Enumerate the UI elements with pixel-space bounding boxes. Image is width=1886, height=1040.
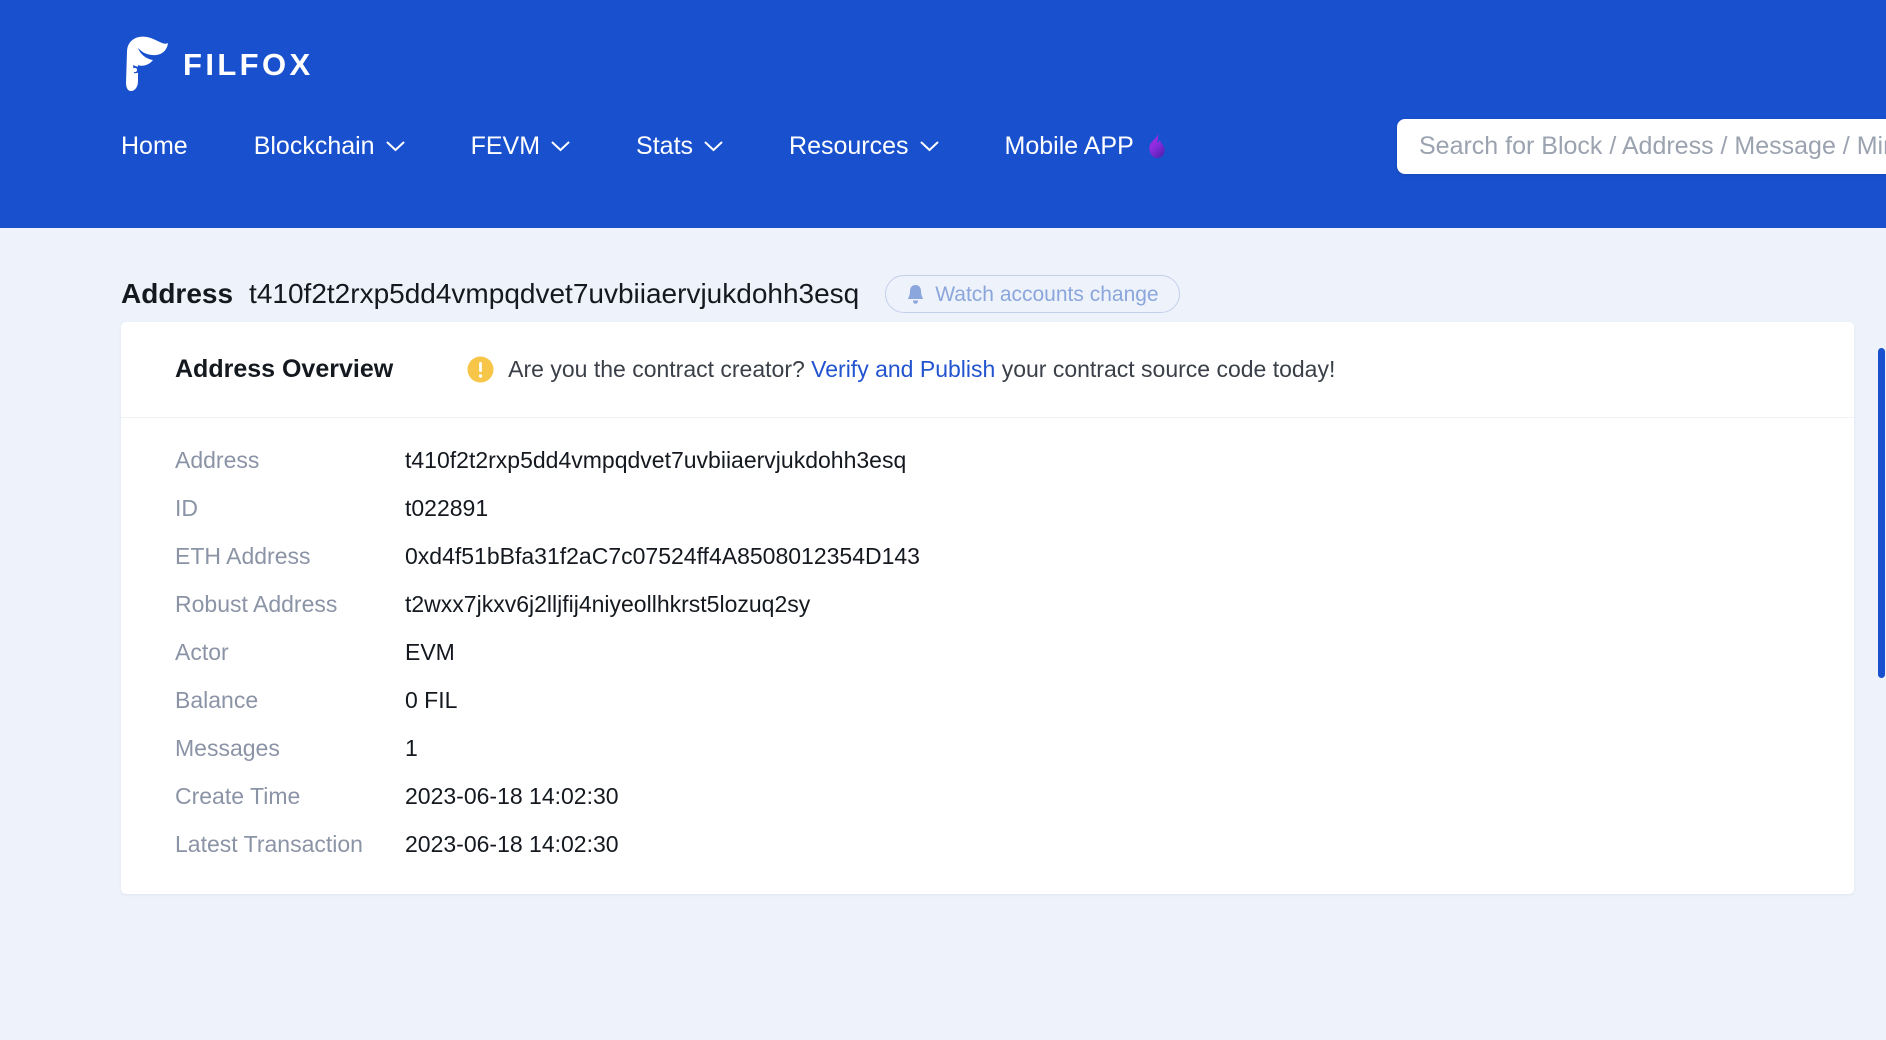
- row-value: 2023-06-18 14:02:30: [405, 782, 619, 809]
- row-label: ID: [175, 494, 198, 521]
- row-value: t022891: [405, 494, 489, 521]
- table-row: ETH Address 0xd4f51bBfa31f2aC7c07524ff4A…: [121, 532, 1854, 580]
- table-row: Address t410f2t2rxp5dd4vmpqdvet7uvbiiaer…: [121, 436, 1854, 484]
- row-label: Messages: [175, 734, 280, 761]
- notice-text-after: your contract source code today!: [1001, 356, 1336, 382]
- card-title: Address Overview: [175, 355, 394, 383]
- address-overview-card: Address Overview Are you the contract cr…: [121, 322, 1854, 894]
- row-label: Create Time: [175, 782, 301, 809]
- row-value: 1: [405, 734, 418, 761]
- nav-item-stats[interactable]: Stats: [636, 131, 723, 160]
- brand-logo[interactable]: FILFOX: [121, 33, 314, 93]
- watch-button-label: Watch accounts change: [935, 282, 1159, 306]
- search-input[interactable]: [1419, 132, 1886, 161]
- warning-circle-icon: [467, 356, 494, 383]
- chevron-down-icon: [386, 140, 405, 152]
- notice-text: Are you the contract creator? Verify and…: [508, 358, 1335, 381]
- row-value: EVM: [405, 638, 455, 665]
- row-value: 0xd4f51bBfa31f2aC7c07524ff4A8508012354D1…: [405, 542, 920, 569]
- row-value: 2023-06-18 14:02:30: [405, 830, 619, 857]
- table-row: Create Time 2023-06-18 14:02:30: [121, 772, 1854, 820]
- row-value: t2wxx7jkxv6j2lljfij4niyeollhkrst5lozuq2s…: [405, 590, 811, 617]
- row-label: Latest Transaction: [175, 830, 363, 857]
- row-value: 0 FIL: [405, 686, 458, 713]
- row-label: Address: [175, 446, 260, 473]
- nav-item-fevm[interactable]: FEVM: [470, 131, 570, 160]
- nav-item-label: Mobile APP: [1004, 131, 1134, 160]
- brand-name: FILFOX: [183, 47, 314, 82]
- notice-text-before: Are you the contract creator?: [508, 356, 805, 382]
- table-row: ID t022891: [121, 484, 1854, 532]
- watch-accounts-change-button[interactable]: Watch accounts change: [885, 275, 1180, 313]
- chevron-down-icon: [704, 140, 723, 152]
- card-header: Address Overview Are you the contract cr…: [121, 322, 1854, 418]
- address-detail-rows: Address t410f2t2rxp5dd4vmpqdvet7uvbiiaer…: [121, 418, 1854, 894]
- nav-item-blockchain[interactable]: Blockchain: [253, 131, 405, 160]
- table-row: Latest Transaction 2023-06-18 14:02:30: [121, 820, 1854, 868]
- table-row: Actor EVM: [121, 628, 1854, 676]
- flame-icon: [1145, 132, 1169, 160]
- table-row: Messages 1: [121, 724, 1854, 772]
- page-scrollbar-thumb[interactable]: [1878, 348, 1885, 678]
- contract-verify-notice: Are you the contract creator? Verify and…: [467, 356, 1335, 383]
- table-row: Balance 0 FIL: [121, 676, 1854, 724]
- row-label: ETH Address: [175, 542, 311, 569]
- main-nav: Home Blockchain FEVM Stats Resources Mob…: [121, 125, 1169, 167]
- row-value: t410f2t2rxp5dd4vmpqdvet7uvbiiaervjukdohh…: [405, 446, 907, 473]
- chevron-down-icon: [551, 140, 570, 152]
- page-title-row: Address t410f2t2rxp5dd4vmpqdvet7uvbiiaer…: [121, 272, 1180, 316]
- nav-item-label: Home: [121, 131, 188, 160]
- table-row: Robust Address t2wxx7jkxv6j2lljfij4niyeo…: [121, 580, 1854, 628]
- bell-icon: [906, 284, 925, 305]
- nav-item-label: FEVM: [470, 131, 541, 160]
- nav-item-label: Resources: [789, 131, 909, 160]
- chevron-down-icon: [920, 140, 939, 152]
- page-title: Address: [121, 278, 234, 309]
- verify-and-publish-link[interactable]: Verify and Publish: [811, 356, 995, 382]
- nav-item-label: Blockchain: [253, 131, 375, 160]
- page-title-address: t410f2t2rxp5dd4vmpqdvet7uvbiiaervjukdohh…: [249, 278, 860, 309]
- nav-item-label: Stats: [636, 131, 694, 160]
- row-label: Actor: [175, 638, 229, 665]
- nav-item-resources[interactable]: Resources: [789, 131, 939, 160]
- row-label: Robust Address: [175, 590, 338, 617]
- fox-head-icon: [121, 34, 173, 92]
- nav-item-home[interactable]: Home: [121, 131, 188, 160]
- nav-item-mobile-app[interactable]: Mobile APP: [1005, 132, 1169, 160]
- site-header: FILFOX Home Blockchain FEVM Stats Resour…: [0, 0, 1886, 228]
- search-box[interactable]: [1397, 119, 1886, 174]
- row-label: Balance: [175, 686, 259, 713]
